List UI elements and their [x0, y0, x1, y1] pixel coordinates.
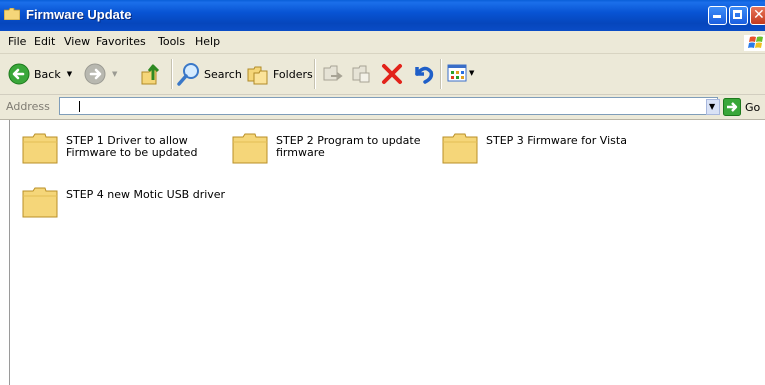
address-bar: Address	[0, 95, 765, 120]
close-button[interactable]: ✕	[750, 6, 765, 25]
folder-label: STEP 2 Program to update firmware	[276, 134, 421, 159]
folders-icon	[247, 66, 268, 85]
up-folder-icon	[141, 64, 160, 85]
minimize-button[interactable]	[708, 6, 727, 25]
window-title: Firmware Update	[26, 7, 132, 22]
back-dropdown-icon[interactable]: ▼	[67, 70, 72, 78]
menu-edit[interactable]: Edit	[34, 35, 55, 48]
folder-label: STEP 1 Driver to allow Firmware to be up…	[66, 134, 198, 159]
address-input[interactable]	[59, 97, 718, 115]
views-dropdown-icon[interactable]: ▼	[469, 69, 474, 77]
text-caret	[79, 101, 80, 112]
menu-tools[interactable]: Tools	[158, 35, 185, 48]
go-arrow-icon	[723, 98, 741, 116]
move-to-button[interactable]	[321, 63, 343, 85]
title-bar[interactable]: Firmware Update ✕	[0, 0, 765, 31]
menu-help[interactable]: Help	[195, 35, 220, 48]
undo-icon	[415, 66, 434, 84]
forward-arrow-icon	[84, 63, 106, 85]
search-button[interactable]: Search	[177, 62, 242, 86]
back-arrow-icon	[8, 63, 30, 85]
folder-item-step-3[interactable]: STEP 3 Firmware for Vista	[442, 132, 646, 164]
delete-button[interactable]	[381, 63, 403, 85]
folders-button[interactable]: Folders	[246, 62, 313, 86]
chevron-down-icon: ▼	[709, 102, 716, 111]
toolbar-separator	[171, 59, 173, 89]
menu-bar: File Edit View Favorites Tools Help	[0, 31, 765, 54]
views-icon	[447, 64, 467, 82]
folder-icon	[4, 8, 20, 20]
views-button[interactable]: ▼	[447, 63, 474, 83]
back-button[interactable]: Back ▼	[8, 63, 72, 85]
folder-view[interactable]: STEP 1 Driver to allow Firmware to be up…	[9, 120, 765, 385]
folders-label: Folders	[273, 67, 313, 81]
up-button[interactable]	[140, 62, 164, 86]
search-icon	[177, 63, 199, 86]
undo-button[interactable]	[411, 62, 435, 86]
address-label: Address	[6, 100, 50, 113]
folder-label: STEP 3 Firmware for Vista	[486, 134, 627, 147]
go-label: Go	[745, 100, 761, 114]
folder-icon	[22, 187, 58, 218]
folder-item-step-1[interactable]: STEP 1 Driver to allow Firmware to be up…	[22, 132, 226, 164]
folder-item-step-2[interactable]: STEP 2 Program to update firmware	[232, 132, 436, 164]
toolbar-separator	[314, 59, 316, 89]
delete-icon	[382, 64, 402, 84]
menu-file[interactable]: File	[8, 35, 26, 48]
back-label: Back	[34, 67, 61, 81]
menu-favorites[interactable]: Favorites	[96, 35, 146, 48]
folder-icon	[232, 133, 268, 164]
toolbar-separator	[440, 59, 442, 89]
menu-view[interactable]: View	[64, 35, 90, 48]
copy-to-icon	[352, 65, 370, 83]
move-to-icon	[323, 65, 343, 81]
forward-button[interactable]: ▼	[84, 63, 117, 85]
copy-to-button[interactable]	[350, 63, 372, 85]
folder-item-step-4[interactable]: STEP 4 new Motic USB driver	[22, 186, 226, 218]
forward-dropdown-icon[interactable]: ▼	[112, 70, 117, 78]
search-label: Search	[204, 67, 242, 81]
toolbar: Back ▼ ▼ Search Folders ▼	[0, 54, 765, 95]
address-dropdown-button[interactable]: ▼	[706, 99, 720, 115]
maximize-button[interactable]	[729, 6, 748, 25]
go-button[interactable]: Go	[723, 98, 760, 116]
folder-icon	[22, 133, 58, 164]
folder-label: STEP 4 new Motic USB driver	[66, 188, 226, 201]
windows-logo-icon	[744, 35, 765, 51]
folder-icon	[442, 133, 478, 164]
